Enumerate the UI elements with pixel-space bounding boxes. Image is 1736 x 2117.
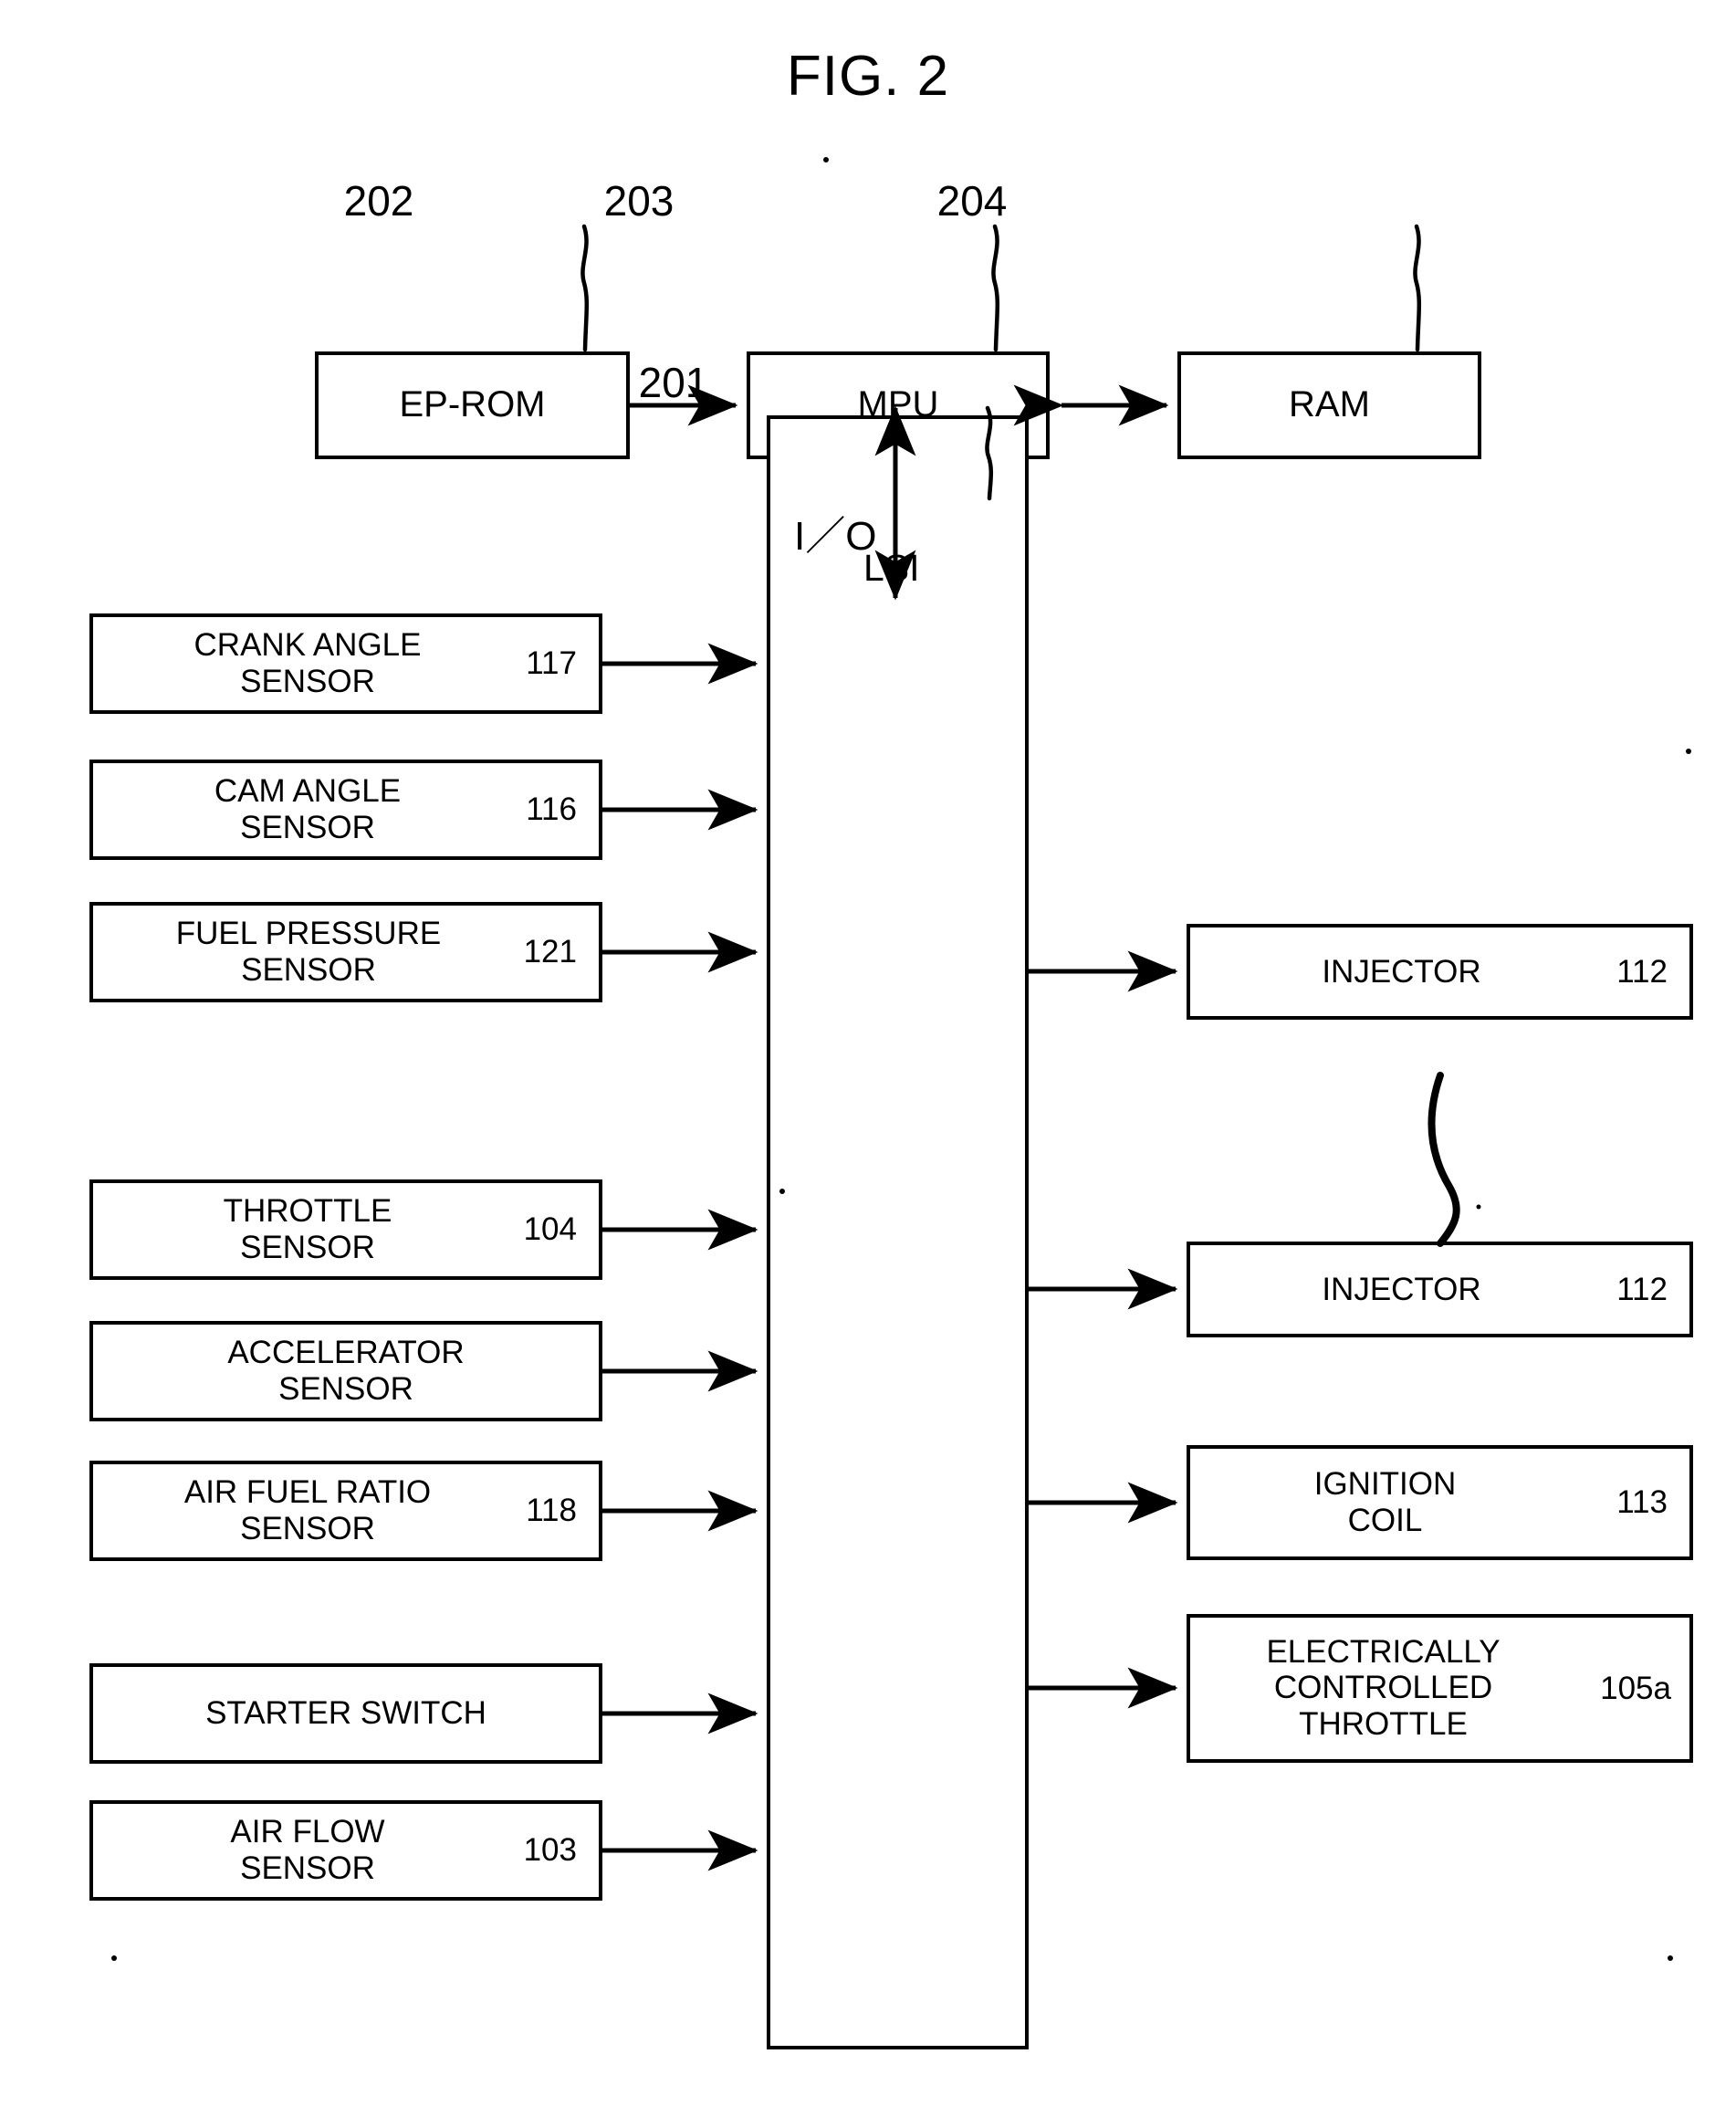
eprom-box: EP-ROM [315, 351, 630, 459]
leader-line-204 [1413, 224, 1422, 352]
input-label: AIR FLOW SENSOR [230, 1814, 385, 1886]
ref-number-204: 204 [936, 177, 1008, 225]
output-label: ELECTRICALLY CONTROLLED THROTTLE [1266, 1633, 1501, 1743]
io-lsi-label-line2: LSI [863, 547, 920, 589]
input-ref-number: 116 [526, 791, 577, 827]
input-box-accelerator-sensor: ACCELERATOR SENSOR [89, 1321, 602, 1421]
input-label: CRANK ANGLE SENSOR [193, 627, 422, 699]
input-ref-number: 121 [523, 934, 577, 969]
input-box-fuel-pressure-sensor: FUEL PRESSURE SENSOR 121 [89, 902, 602, 1002]
output-box-electrically-controlled-throttle: ELECTRICALLY CONTROLLED THROTTLE 105a [1187, 1614, 1693, 1763]
input-label: STARTER SWITCH [205, 1695, 486, 1732]
output-label: INJECTOR [1322, 953, 1481, 990]
output-box-injector-1: INJECTOR 112 [1187, 924, 1693, 1020]
input-label: CAM ANGLE SENSOR [214, 773, 402, 845]
output-box-ignition-coil: IGNITION COIL 113 [1187, 1445, 1693, 1560]
output-ref-number: 112 [1616, 1271, 1668, 1307]
output-label: INJECTOR [1322, 1271, 1481, 1307]
io-lsi-box: I／O LSI [767, 415, 1029, 2049]
input-box-cam-angle-sensor: CAM ANGLE SENSOR 116 [89, 760, 602, 860]
input-label: AIR FUEL RATIO SENSOR [183, 1474, 432, 1546]
ref-number-202: 202 [343, 177, 414, 225]
continuation-break-marker [1427, 1072, 1460, 1247]
input-box-throttle-sensor: THROTTLE SENSOR 104 [89, 1179, 602, 1280]
input-box-air-flow-sensor: AIR FLOW SENSOR 103 [89, 1800, 602, 1901]
input-label: THROTTLE SENSOR [223, 1193, 392, 1265]
output-ref-number: 113 [1616, 1484, 1668, 1520]
input-ref-number: 118 [526, 1493, 577, 1528]
input-label: ACCELERATOR SENSOR [227, 1335, 465, 1407]
figure-title: FIG. 2 [786, 45, 950, 108]
output-label: IGNITION COIL [1313, 1466, 1457, 1538]
ram-label: RAM [1289, 384, 1370, 425]
input-label: FUEL PRESSURE SENSOR [175, 916, 442, 988]
input-ref-number: 104 [523, 1211, 577, 1247]
input-box-starter-switch: STARTER SWITCH [89, 1663, 602, 1764]
input-ref-number: 103 [523, 1832, 577, 1868]
eprom-label: EP-ROM [399, 384, 546, 425]
output-ref-number: 112 [1616, 953, 1668, 990]
output-ref-number: 105a [1600, 1670, 1671, 1706]
figure-canvas: FIG. 2 202 203 204 201 EP-ROM MPU RAM I／… [0, 0, 1736, 2117]
output-box-injector-2: INJECTOR 112 [1187, 1242, 1693, 1337]
input-box-crank-angle-sensor: CRANK ANGLE SENSOR 117 [89, 613, 602, 714]
leader-line-202 [580, 224, 590, 352]
ref-number-203: 203 [603, 177, 675, 225]
input-ref-number: 117 [526, 645, 577, 681]
leader-line-203 [991, 224, 1000, 352]
input-box-air-fuel-ratio-sensor: AIR FUEL RATIO SENSOR 118 [89, 1461, 602, 1561]
ram-box: RAM [1177, 351, 1481, 459]
